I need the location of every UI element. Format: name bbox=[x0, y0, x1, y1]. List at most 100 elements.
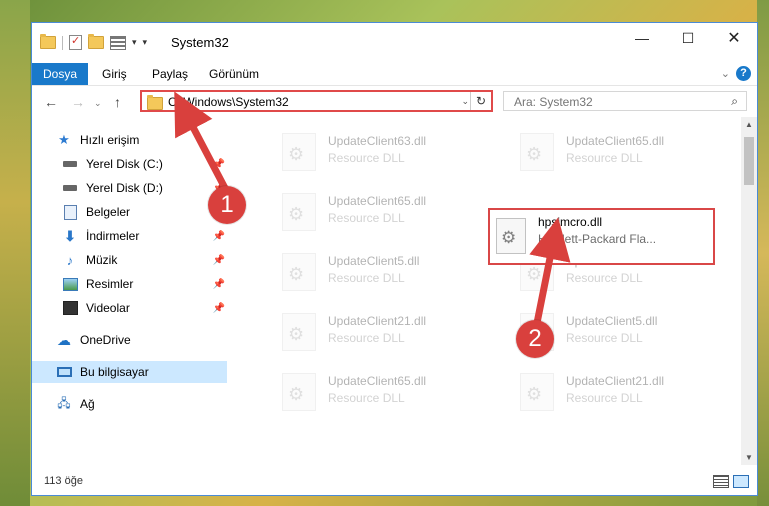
file-type: Resource DLL bbox=[328, 391, 405, 405]
sidebar-item-network[interactable]: 🖧 Ağ bbox=[32, 393, 227, 415]
tab-share[interactable]: Paylaş bbox=[152, 63, 188, 85]
dll-file-icon bbox=[282, 253, 316, 291]
dll-file-icon bbox=[520, 373, 554, 411]
search-icon[interactable]: ⌕ bbox=[731, 94, 738, 109]
callout-step-2: 2 bbox=[516, 320, 554, 358]
highlighted-file-item[interactable]: hpsjmcro.dll Hewlett-Packard Fla... bbox=[488, 208, 715, 265]
sidebar-item-label: Yerel Disk (C:) bbox=[86, 157, 163, 171]
customize-toolbar-caret-icon[interactable]: ▾ bbox=[132, 37, 137, 48]
sidebar-item-documents[interactable]: Belgeler 📌 bbox=[32, 201, 227, 223]
up-arrow-icon[interactable]: ↑ bbox=[114, 94, 121, 110]
maximize-button[interactable]: ☐ bbox=[665, 23, 711, 53]
file-name: UpdateClient63.dll bbox=[328, 134, 427, 148]
sidebar-item-label: Videolar bbox=[86, 301, 130, 315]
network-icon: 🖧 bbox=[57, 395, 71, 410]
file-type: Resource DLL bbox=[328, 331, 405, 345]
file-item[interactable]: UpdateClient5.dll Resource DLL bbox=[258, 247, 488, 295]
desktop-background-left bbox=[0, 0, 30, 506]
scroll-down-icon[interactable]: ▼ bbox=[745, 453, 753, 462]
scroll-up-icon[interactable]: ▲ bbox=[745, 120, 753, 129]
address-bar[interactable]: C:\Windows\System32 ⌄ ↻ bbox=[140, 90, 493, 112]
file-item[interactable]: UpdateClient65.dll Resource DLL bbox=[258, 187, 488, 235]
sidebar-item-downloads[interactable]: ⬇ İndirmeler 📌 bbox=[32, 225, 227, 247]
pin-icon: 📌 bbox=[212, 278, 225, 290]
dll-file-icon bbox=[520, 133, 554, 171]
refresh-icon[interactable]: ↻ bbox=[470, 92, 491, 110]
dll-file-icon bbox=[282, 133, 316, 171]
back-arrow-icon[interactable]: ← bbox=[44, 94, 58, 110]
sidebar-item-local-disk-c[interactable]: Yerel Disk (C:) 📌 bbox=[32, 153, 227, 175]
forward-arrow-icon[interactable]: → bbox=[71, 94, 85, 110]
file-item[interactable]: UpdateClient65.dll Resource DLL bbox=[258, 367, 488, 415]
file-name: UpdateClient5.dll bbox=[328, 254, 420, 268]
highlighted-file-type: Hewlett-Packard Fla... bbox=[538, 232, 657, 246]
search-box[interactable]: ⌕ bbox=[503, 91, 747, 111]
close-button[interactable]: ✕ bbox=[711, 23, 757, 53]
sidebar-item-this-pc[interactable]: Bu bilgisayar bbox=[32, 361, 227, 383]
sidebar-item-local-disk-d[interactable]: Yerel Disk (D:) 📌 bbox=[32, 177, 227, 199]
file-list: UpdateClient63.dll Resource DLL UpdateCl… bbox=[228, 117, 743, 465]
dll-file-icon bbox=[496, 218, 526, 254]
address-dropdown-chevron-icon[interactable]: ⌄ bbox=[461, 96, 469, 107]
sidebar-item-videos[interactable]: Videolar 📌 bbox=[32, 297, 227, 319]
highlighted-file-name: hpsjmcro.dll bbox=[538, 215, 603, 229]
qat-dropdown-icon[interactable]: ▾ bbox=[143, 37, 148, 48]
file-type: Resource DLL bbox=[328, 211, 405, 225]
file-name: UpdateClient65.dll bbox=[328, 194, 427, 208]
file-explorer-window: ▾ ▾ System32 — ☐ ✕ Dosya Giriş Paylaş Gö… bbox=[31, 22, 758, 496]
file-name: UpdateClient65.dll bbox=[566, 134, 665, 148]
pin-icon: 📌 bbox=[212, 254, 225, 266]
folder-icon bbox=[40, 34, 56, 49]
vertical-scrollbar[interactable]: ▲ ▼ bbox=[741, 117, 757, 465]
status-bar: 113 öğe bbox=[32, 465, 757, 495]
details-view-icon[interactable] bbox=[713, 475, 729, 488]
sidebar-item-pictures[interactable]: Resimler 📌 bbox=[32, 273, 227, 295]
large-icons-view-icon[interactable] bbox=[733, 475, 749, 488]
expand-ribbon-chevron-icon[interactable]: ⌄ bbox=[721, 67, 730, 80]
help-icon[interactable]: ? bbox=[736, 66, 751, 81]
sidebar-item-label: Yerel Disk (D:) bbox=[86, 181, 163, 195]
star-icon: ★ bbox=[58, 132, 70, 147]
file-item[interactable]: UpdateClient65.dll Resource DLL bbox=[496, 127, 726, 175]
properties-icon[interactable] bbox=[69, 34, 82, 50]
file-type: Resource DLL bbox=[328, 271, 405, 285]
sidebar-item-label: OneDrive bbox=[80, 333, 131, 347]
view-icon[interactable] bbox=[110, 35, 126, 50]
title-bar: ▾ ▾ System32 — ☐ ✕ bbox=[32, 23, 757, 63]
sidebar-item-onedrive[interactable]: ☁ OneDrive bbox=[32, 329, 227, 351]
drive-icon bbox=[62, 157, 78, 171]
dll-file-icon bbox=[282, 313, 316, 351]
new-folder-icon[interactable] bbox=[88, 34, 104, 49]
search-input[interactable] bbox=[512, 93, 726, 111]
music-icon: ♪ bbox=[66, 252, 74, 268]
sidebar-item-label: Resimler bbox=[86, 277, 134, 291]
file-name: UpdateClient65.dll bbox=[328, 374, 427, 388]
address-path[interactable]: C:\Windows\System32 bbox=[168, 95, 289, 109]
tab-view[interactable]: Görünüm bbox=[209, 63, 259, 85]
toolbar-divider bbox=[62, 35, 63, 50]
recent-locations-chevron-icon[interactable]: ⌄ bbox=[94, 98, 102, 109]
pin-icon: 📌 bbox=[212, 158, 225, 170]
pin-icon: 📌 bbox=[212, 302, 225, 314]
quick-access-toolbar: ▾ ▾ bbox=[40, 34, 148, 50]
file-name: UpdateClient21.dll bbox=[566, 374, 665, 388]
file-item[interactable]: UpdateClient21.dll Resource DLL bbox=[258, 307, 488, 355]
file-type: Resource DLL bbox=[566, 271, 643, 285]
file-item[interactable]: UpdateClient63.dll Resource DLL bbox=[258, 127, 488, 175]
file-type: Resource DLL bbox=[566, 151, 643, 165]
sidebar-item-label: Müzik bbox=[86, 253, 118, 267]
sidebar-item-music[interactable]: ♪ Müzik 📌 bbox=[32, 249, 227, 271]
window-title: System32 bbox=[171, 35, 229, 50]
sidebar-item-quick-access[interactable]: ★ Hızlı erişim bbox=[32, 129, 227, 151]
videos-icon bbox=[62, 301, 78, 315]
minimize-button[interactable]: — bbox=[619, 23, 665, 53]
file-type: Resource DLL bbox=[566, 391, 643, 405]
file-item[interactable]: UpdateClient21.dll Resource DLL bbox=[496, 367, 726, 415]
file-name: UpdateClient21.dll bbox=[328, 314, 427, 328]
file-name: UpdateClient5.dll bbox=[566, 314, 658, 328]
documents-icon bbox=[62, 204, 78, 220]
download-icon: ⬇ bbox=[64, 227, 76, 244]
pictures-icon bbox=[62, 277, 78, 291]
scrollbar-thumb[interactable] bbox=[744, 137, 754, 185]
tab-home[interactable]: Giriş bbox=[102, 63, 127, 85]
